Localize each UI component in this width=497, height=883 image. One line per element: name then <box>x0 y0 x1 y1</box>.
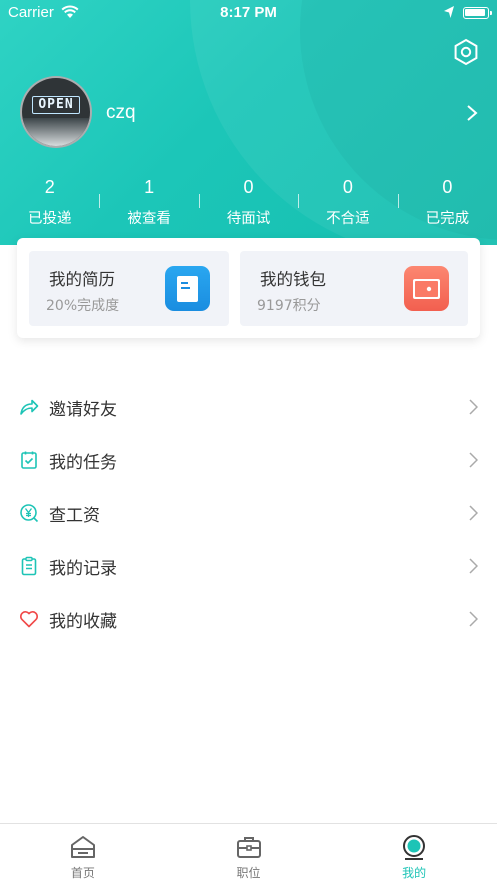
avatar[interactable]: OPEN <box>20 76 92 148</box>
clipboard-icon <box>21 556 37 576</box>
resume-card[interactable]: 我的简历 20%完成度 <box>29 251 229 326</box>
tab-label: 首页 <box>70 866 95 880</box>
tab-mine[interactable]: 我的 <box>331 824 497 883</box>
stat-value: 2 <box>44 177 55 197</box>
chevron-right-icon <box>469 452 478 468</box>
yen-search-icon <box>20 504 39 523</box>
menu-item-invite-friends[interactable]: 邀请好友 <box>0 381 497 434</box>
menu-item-label: 查工资 <box>49 506 100 526</box>
application-stats: 2 已投递 1 被查看 0 待面试 0 不合适 0 已完成 <box>0 175 497 231</box>
menu-list: 邀请好友 我的任务 查工资 我的记录 我的收藏 <box>0 381 497 646</box>
settings-icon[interactable] <box>452 38 480 66</box>
tab-label: 我的 <box>402 866 427 880</box>
stat-value: 0 <box>342 177 353 197</box>
stat-value: 0 <box>243 177 254 197</box>
document-icon <box>165 266 210 311</box>
menu-item-my-tasks[interactable]: 我的任务 <box>0 434 497 487</box>
chevron-right-icon <box>467 105 478 121</box>
chevron-right-icon <box>469 505 478 521</box>
stat-label: 不合适 <box>326 211 370 227</box>
profile-row[interactable]: OPEN czq <box>20 76 480 150</box>
menu-item-label: 我的收藏 <box>49 612 117 632</box>
menu-item-my-favorites[interactable]: 我的收藏 <box>0 593 497 646</box>
menu-item-my-records[interactable]: 我的记录 <box>0 540 497 593</box>
stat-unsuitable[interactable]: 0 不合适 <box>298 175 397 231</box>
status-time: 8:17 PM <box>220 4 277 21</box>
menu-item-label: 我的任务 <box>49 453 117 473</box>
tab-label: 职位 <box>236 866 261 880</box>
tab-bar: 首页 职位 我的 <box>0 823 497 883</box>
stat-pending-interview[interactable]: 0 待面试 <box>198 175 298 231</box>
stat-label: 待面试 <box>226 211 271 227</box>
chevron-right-icon <box>469 558 478 574</box>
status-bar: Carrier 8:17 PM <box>0 0 497 26</box>
stat-label: 已投递 <box>27 211 72 227</box>
tab-home[interactable]: 首页 <box>0 824 166 883</box>
task-check-icon <box>21 451 37 469</box>
stat-label: 被查看 <box>127 211 171 227</box>
wallet-icon <box>404 266 449 311</box>
chevron-right-icon <box>469 611 478 627</box>
menu-item-check-salary[interactable]: 查工资 <box>0 487 497 540</box>
share-arrow-icon <box>20 399 39 415</box>
briefcase-icon <box>236 837 261 858</box>
stat-value: 0 <box>442 177 453 197</box>
location-icon <box>444 6 454 18</box>
username: czq <box>106 102 136 123</box>
menu-item-label: 我的记录 <box>49 559 117 579</box>
menu-item-label: 邀请好友 <box>49 400 117 420</box>
quick-cards: 我的简历 20%完成度 我的钱包 9197积分 <box>17 238 480 338</box>
stat-completed[interactable]: 0 已完成 <box>397 175 497 231</box>
card-title: 我的简历 <box>49 270 115 289</box>
card-subtitle: 9197积分 <box>257 298 321 314</box>
card-subtitle: 20%完成度 <box>46 298 120 314</box>
wallet-card[interactable]: 我的钱包 9197积分 <box>240 251 468 326</box>
stat-submitted[interactable]: 2 已投递 <box>0 175 99 231</box>
stat-label: 已完成 <box>425 211 470 227</box>
profile-icon <box>403 835 426 860</box>
stat-viewed[interactable]: 1 被查看 <box>99 175 198 231</box>
heart-icon <box>20 611 38 628</box>
stat-value: 1 <box>144 177 155 197</box>
card-title: 我的钱包 <box>260 270 326 289</box>
tab-jobs[interactable]: 职位 <box>166 824 332 883</box>
avatar-sign: OPEN <box>32 96 80 114</box>
avatar-background <box>22 118 90 146</box>
battery-icon <box>463 7 492 19</box>
home-icon <box>70 836 95 858</box>
chevron-right-icon <box>469 399 478 415</box>
